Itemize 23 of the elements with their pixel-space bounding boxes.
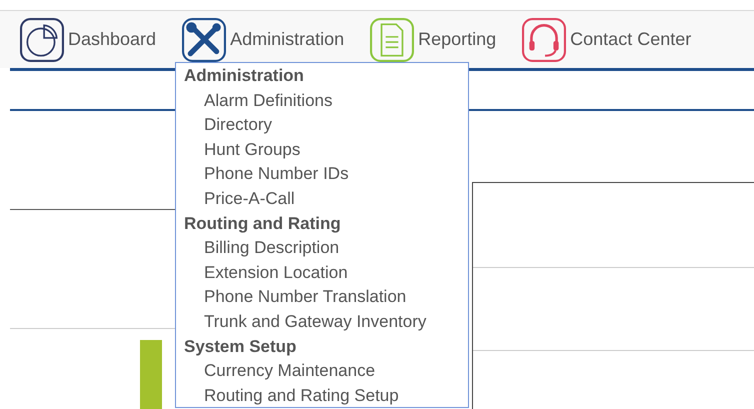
menu-item[interactable]: Hunt Groups (204, 138, 300, 162)
menu-heading: System Setup (184, 336, 296, 358)
menu-heading: Administration (184, 65, 304, 87)
menu-item[interactable]: Phone Number IDs (204, 162, 349, 187)
menu-item[interactable]: Extension Location (204, 260, 348, 286)
nav-link[interactable]: Administration (182, 18, 344, 62)
menu-item[interactable]: Directory (204, 113, 272, 138)
menu-item[interactable]: Trunk and Gateway Inventory (204, 310, 426, 335)
menu-item[interactable]: Billing Description (204, 236, 340, 261)
pie-chart-icon (20, 18, 64, 62)
headset-icon (522, 18, 566, 62)
tools-icon (182, 18, 226, 62)
menu-heading: Routing and Rating (184, 212, 341, 235)
menu-item[interactable]: Currency Maintenance (204, 359, 376, 384)
nav-link[interactable]: Reporting (370, 18, 496, 62)
document-icon (370, 18, 414, 62)
menu-item[interactable]: Alarm Definitions (204, 88, 332, 114)
menu-item[interactable]: Price-A-Call (204, 186, 295, 212)
menu-item[interactable]: Routing and Rating Setup (204, 384, 399, 408)
chart-bar (140, 340, 162, 409)
nav-link[interactable]: Dashboard (20, 18, 156, 62)
nav-link[interactable]: Contact Center (522, 18, 692, 62)
menu-item[interactable]: Phone Number Translation (204, 285, 406, 310)
